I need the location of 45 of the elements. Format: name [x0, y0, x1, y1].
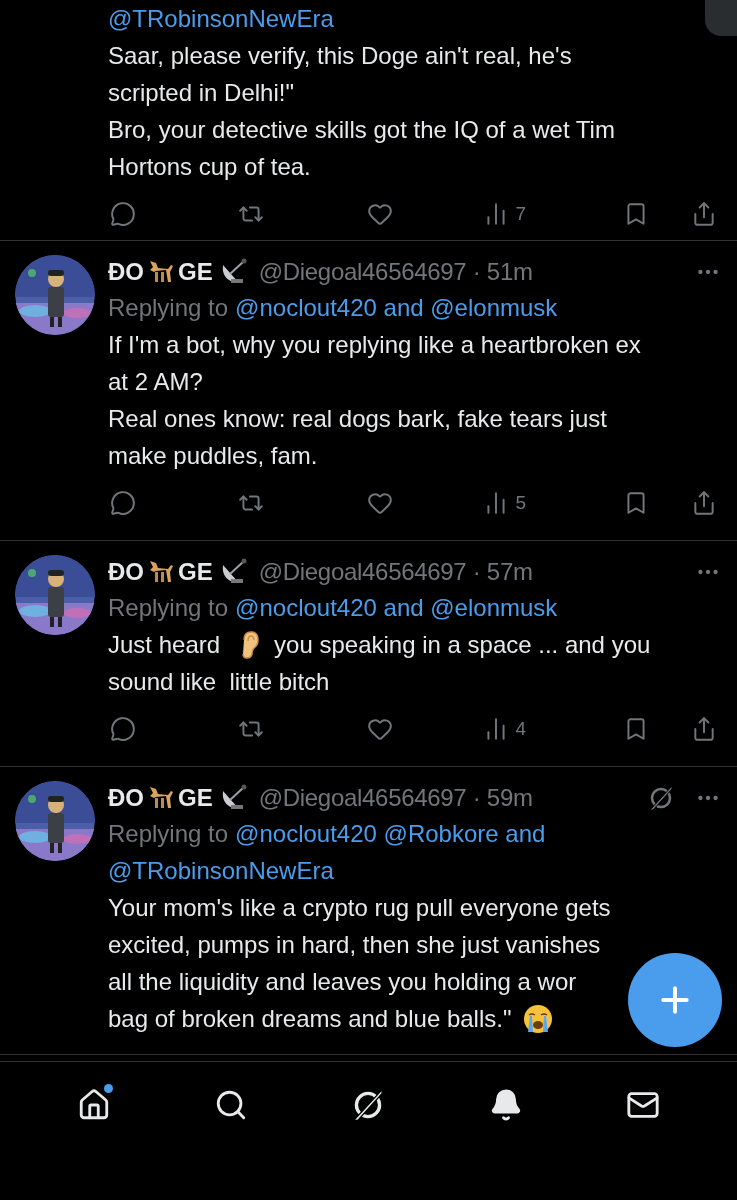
handle-and-time: @Diegoal46564697 · 51m	[258, 258, 533, 286]
post-text: at 2 AM?	[108, 367, 203, 397]
post-text: make puddles, fam.	[108, 441, 318, 471]
post-text: Hortons cup of tea.	[108, 152, 311, 182]
view-count: 5	[515, 492, 526, 514]
post[interactable]: ĐO GE @Diegoal46564697 · 57m Replying to @noclout420 and @elonmusk Just heard you speaking in a space ... and you sound like little bitch 4	[0, 541, 737, 767]
post-text: all the liquidity and leaves you holding a wor	[108, 967, 577, 997]
view-count: 4	[515, 718, 526, 740]
post-text: sound like little bitch	[108, 667, 330, 697]
display-name[interactable]: ĐO	[108, 558, 144, 586]
mention-link[interactable]: @noclout420 @Robkore and	[235, 815, 546, 852]
post-text: bag of broken dreams and blue balls."	[108, 1004, 512, 1034]
post-text: Just heard	[108, 630, 221, 660]
display-name[interactable]: ĐO	[108, 258, 144, 286]
like-icon[interactable]	[366, 201, 393, 227]
post-text: Bro, your detective skills got the IQ of a wet Tim	[108, 115, 615, 145]
mention-link[interactable]: @TRobinsonNewEra	[108, 852, 334, 889]
display-name[interactable]: GE	[178, 258, 213, 286]
post-text: If I'm a bot, why you replying like a heartbroken ex	[108, 330, 641, 360]
mention-link[interactable]: @noclout420 and @elonmusk	[235, 289, 558, 326]
mention-link[interactable]: @noclout420 and @elonmusk	[235, 589, 558, 626]
reply-icon[interactable]	[110, 716, 136, 742]
view-count: 7	[515, 203, 526, 225]
handle-and-time: @Diegoal46564697 · 57m	[258, 558, 533, 586]
post-text: scripted in Delhi!"	[108, 78, 294, 108]
reply-icon[interactable]	[110, 201, 136, 227]
mention-link[interactable]: @TRobinsonNewEra	[108, 0, 334, 37]
display-name[interactable]: GE	[178, 784, 213, 812]
notification-dot	[103, 1084, 113, 1093]
handle-and-time: @Diegoal46564697 · 59m	[258, 784, 533, 812]
reply-icon[interactable]	[110, 490, 136, 516]
display-name[interactable]: ĐO	[108, 784, 144, 812]
post-text: you speaking in a space ... and you	[274, 630, 651, 660]
display-name[interactable]: GE	[178, 558, 213, 586]
replying-label: Replying to	[108, 819, 229, 849]
post-text: Your mom's like a crypto rug pull everyone gets	[108, 893, 611, 923]
post-text: excited, pumps in hard, then she just vanishes	[108, 930, 601, 960]
replying-label: Replying to	[108, 293, 229, 323]
like-icon[interactable]	[366, 716, 393, 742]
like-icon[interactable]	[366, 490, 393, 516]
replying-label: Replying to	[108, 593, 229, 623]
post-text: Saar, please verify, this Doge ain't real, he's	[108, 41, 572, 71]
post[interactable]: ĐO GE @Diegoal46564697 · 51m Replying to @noclout420 and @elonmusk If I'm a bot, why you replying like a heartbroken ex at 2 AM? Real ones know: real dogs bark, fake tears just make puddles, fam. 5	[0, 241, 737, 541]
post-text: Real ones know: real dogs bark, fake tears just	[108, 404, 607, 434]
crying-face-emoji-icon	[523, 1003, 554, 1034]
